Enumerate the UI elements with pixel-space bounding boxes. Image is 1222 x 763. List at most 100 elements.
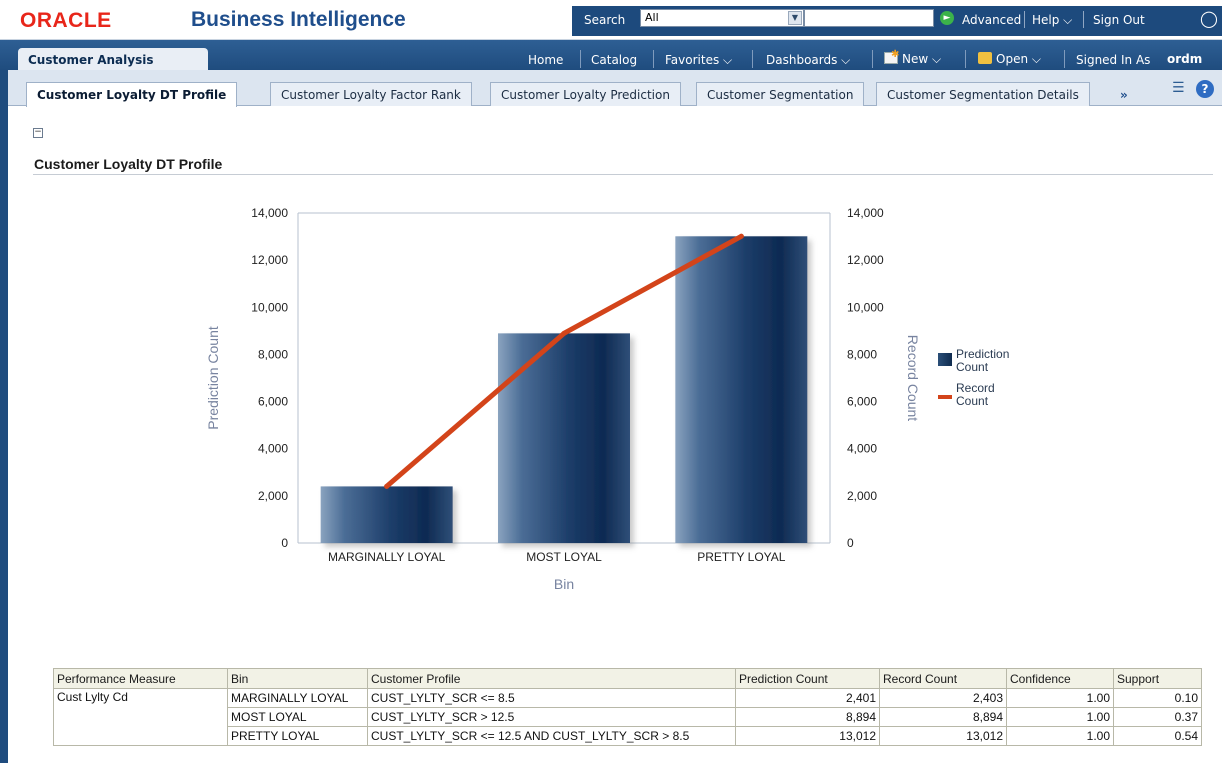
collapse-section-button[interactable]: −: [33, 128, 43, 138]
bar-prediction-count: [675, 236, 808, 543]
folder-icon: [978, 52, 992, 64]
search-scope-select[interactable]: All ▼: [640, 9, 804, 27]
y2-tick-label: 0: [847, 536, 854, 550]
chevron-down-icon[interactable]: ▼: [788, 11, 802, 25]
bar-prediction-count: [498, 333, 630, 543]
nav-open-label: Open ⌵: [996, 52, 1041, 66]
separator: [653, 50, 654, 68]
separator: [580, 50, 581, 68]
cell-record-count: 2,403: [879, 688, 1007, 708]
search-input[interactable]: [804, 9, 934, 27]
loyalty-chart: 0 0 2,000 2,000 4,000 4,000 6,000 6,000 8,000 8,0…: [205, 206, 921, 592]
y2-tick-label: 6,000: [847, 395, 877, 409]
x-axis-title: Bin: [554, 576, 574, 592]
y-tick-label: 4,000: [258, 442, 288, 456]
profile-table: Performance Measure Bin Customer Profile…: [53, 668, 1202, 746]
oracle-swoosh-icon: ◯: [1200, 9, 1218, 28]
search-scope-value: All: [645, 11, 659, 24]
dashboard-tab[interactable]: Customer Analysis: [18, 48, 208, 70]
y2-tick-label: 14,000: [847, 206, 884, 220]
cell-support: 0.54: [1113, 726, 1202, 746]
cell-support: 0.37: [1113, 707, 1202, 727]
col-support[interactable]: Support: [1113, 668, 1202, 689]
cell-confidence: 1.00: [1006, 707, 1114, 727]
col-customer-profile[interactable]: Customer Profile: [367, 668, 736, 689]
tab-customer-loyalty-dt-profile[interactable]: Customer Loyalty DT Profile: [26, 82, 238, 107]
cell-bin: MOST LOYAL: [227, 707, 368, 727]
tab-customer-segmentation-details[interactable]: Customer Segmentation Details: [876, 82, 1090, 106]
separator: [872, 50, 873, 68]
y-tick-label: 6,000: [258, 395, 288, 409]
cell-profile: CUST_LYLTY_SCR <= 12.5 AND CUST_LYLTY_SC…: [367, 726, 736, 746]
section-title: Customer Loyalty DT Profile: [34, 156, 223, 172]
nav-home[interactable]: Home: [528, 53, 563, 67]
point-record-count: [738, 233, 744, 239]
x-tick-label: MOST LOYAL: [526, 550, 602, 564]
cell-record-count: 8,894: [879, 707, 1007, 727]
y2-tick-label: 10,000: [847, 300, 884, 314]
bar-prediction-count: [320, 486, 453, 543]
tab-customer-segmentation[interactable]: Customer Segmentation: [696, 82, 865, 106]
y2-tick-label: 4,000: [847, 442, 877, 456]
help-icon[interactable]: ?: [1196, 80, 1214, 98]
cell-profile: CUST_LYLTY_SCR <= 8.5: [367, 688, 736, 708]
y-tick-label: 8,000: [258, 347, 288, 361]
y-tick-label: 10,000: [251, 300, 288, 314]
nav-open[interactable]: Open ⌵: [978, 52, 1041, 67]
nav-catalog[interactable]: Catalog: [591, 53, 637, 67]
cell-profile: CUST_LYLTY_SCR > 12.5: [367, 707, 736, 727]
sign-out-link[interactable]: Sign Out: [1093, 13, 1145, 27]
left-frame: [0, 70, 8, 763]
x-tick-label: MARGINALLY LOYAL: [328, 550, 446, 564]
x-tick-label: PRETTY LOYAL: [697, 550, 786, 564]
col-performance-measure[interactable]: Performance Measure: [53, 668, 228, 689]
nav-favorites[interactable]: Favorites ⌵: [665, 53, 732, 68]
y2-tick-label: 8,000: [847, 347, 877, 361]
page-options-icon[interactable]: ☰: [1172, 80, 1185, 96]
col-prediction-count[interactable]: Prediction Count: [735, 668, 880, 689]
nav-new-label: New ⌵: [902, 52, 942, 66]
y-tick-label: 0: [281, 536, 288, 550]
nav-new[interactable]: ✱ New ⌵: [884, 49, 942, 67]
separator: [965, 50, 966, 68]
legend-swatch-bar: [938, 353, 952, 366]
cell-record-count: 13,012: [879, 726, 1007, 746]
signed-in-label: Signed In As: [1076, 53, 1151, 67]
product-title: Business Intelligence: [191, 8, 406, 31]
separator: [752, 50, 753, 68]
y-tick-label: 12,000: [251, 253, 288, 267]
table-row: Cust Lylty Cd MARGINALLY LOYAL CUST_LYLT…: [53, 688, 1202, 746]
cell-bin: PRETTY LOYAL: [227, 726, 368, 746]
nav-dashboards[interactable]: Dashboards ⌵: [766, 53, 850, 68]
point-record-count: [384, 483, 390, 489]
separator: [1064, 50, 1065, 68]
y-tick-label: 14,000: [251, 206, 288, 220]
tab-customer-loyalty-prediction[interactable]: Customer Loyalty Prediction: [490, 82, 681, 106]
col-confidence[interactable]: Confidence: [1006, 668, 1114, 689]
help-menu[interactable]: Help ⌵: [1032, 13, 1072, 28]
cell-confidence: 1.00: [1006, 726, 1114, 746]
tab-customer-loyalty-factor-rank[interactable]: Customer Loyalty Factor Rank: [270, 82, 472, 106]
y-tick-label: 2,000: [258, 489, 288, 503]
user-menu[interactable]: ordm: [1167, 52, 1202, 66]
more-tabs-button[interactable]: »: [1120, 88, 1128, 102]
col-bin[interactable]: Bin: [227, 668, 368, 689]
y2-axis-title: Record Count: [905, 335, 921, 421]
point-record-count: [561, 330, 567, 336]
new-icon: ✱: [884, 49, 899, 64]
cell-bin: MARGINALLY LOYAL: [227, 688, 368, 708]
separator: [1083, 11, 1084, 28]
table-header-row: Performance Measure Bin Customer Profile…: [53, 668, 1202, 689]
legend-label-record: Record Count: [956, 381, 995, 408]
separator: [1024, 11, 1025, 28]
y-axis-title: Prediction Count: [205, 326, 221, 430]
y2-tick-label: 2,000: [847, 489, 877, 503]
col-record-count[interactable]: Record Count: [879, 668, 1007, 689]
search-go-icon[interactable]: ►: [940, 11, 954, 25]
legend-swatch-line: [938, 395, 952, 399]
cell-prediction-count: 8,894: [735, 707, 880, 727]
advanced-link[interactable]: Advanced: [962, 13, 1021, 27]
cell-prediction-count: 2,401: [735, 688, 880, 708]
cell-performance-measure: Cust Lylty Cd: [53, 688, 228, 746]
cell-prediction-count: 13,012: [735, 726, 880, 746]
